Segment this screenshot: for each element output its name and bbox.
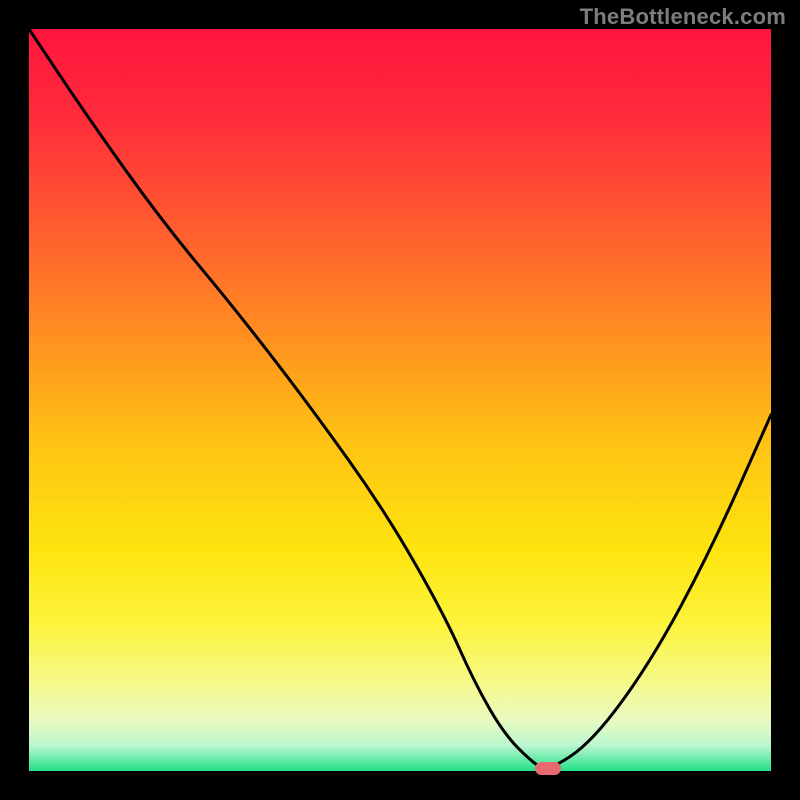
chart-frame: TheBottleneck.com: [0, 0, 800, 800]
plot-area: [29, 29, 771, 771]
chart-svg: [29, 29, 771, 771]
watermark-text: TheBottleneck.com: [580, 4, 786, 30]
optimal-point-marker: [535, 762, 561, 775]
gradient-rect: [29, 29, 771, 771]
